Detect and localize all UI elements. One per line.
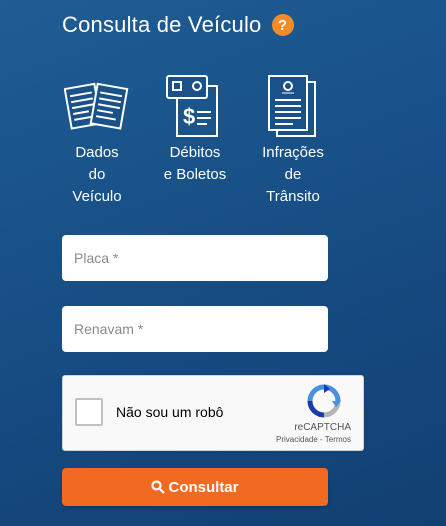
vehicle-documents-icon (52, 72, 142, 140)
placa-field[interactable] (62, 235, 328, 281)
recaptcha-widget: Não sou um robô reCAPTCHA Privacidade - … (62, 375, 364, 451)
recaptcha-links: Privacidade - Termos (276, 435, 351, 444)
category-debitos-boletos[interactable]: $ Débitos e Boletos (150, 72, 240, 186)
category-label: Débitos e Boletos (163, 144, 227, 183)
recaptcha-checkbox[interactable] (75, 398, 103, 426)
svg-text:$: $ (183, 104, 195, 129)
category-label: Infrações de Trânsito (262, 144, 324, 205)
category-infracoes-transito[interactable]: Infrações de Trânsito (248, 72, 338, 208)
category-dados-veiculo[interactable]: Dados do Veículo (52, 72, 142, 208)
search-icon (151, 480, 166, 494)
help-icon[interactable]: ? (271, 14, 294, 36)
terms-link[interactable]: Termos (325, 435, 351, 444)
links-separator: - (317, 435, 325, 444)
recaptcha-label: Não sou um robô (116, 404, 224, 420)
consultar-button[interactable]: Consultar (62, 468, 328, 506)
consulta-panel: Consulta de Veículo ? Dados do Veículo $… (0, 0, 446, 526)
placa-input[interactable] (72, 249, 328, 267)
renavam-field[interactable] (62, 306, 328, 352)
category-label: Dados do Veículo (72, 144, 122, 205)
privacy-link[interactable]: Privacidade (276, 435, 318, 444)
page-title: Consulta de Veículo (62, 12, 262, 37)
traffic-fine-document-icon (248, 72, 338, 140)
consultar-label: Consultar (168, 478, 239, 496)
recaptcha-logo-icon (307, 384, 341, 418)
header: Consulta de Veículo ? (62, 12, 294, 38)
recaptcha-brand: reCAPTCHA (294, 422, 351, 433)
invoice-dollar-icon: $ (150, 72, 240, 140)
renavam-input[interactable] (72, 320, 328, 338)
